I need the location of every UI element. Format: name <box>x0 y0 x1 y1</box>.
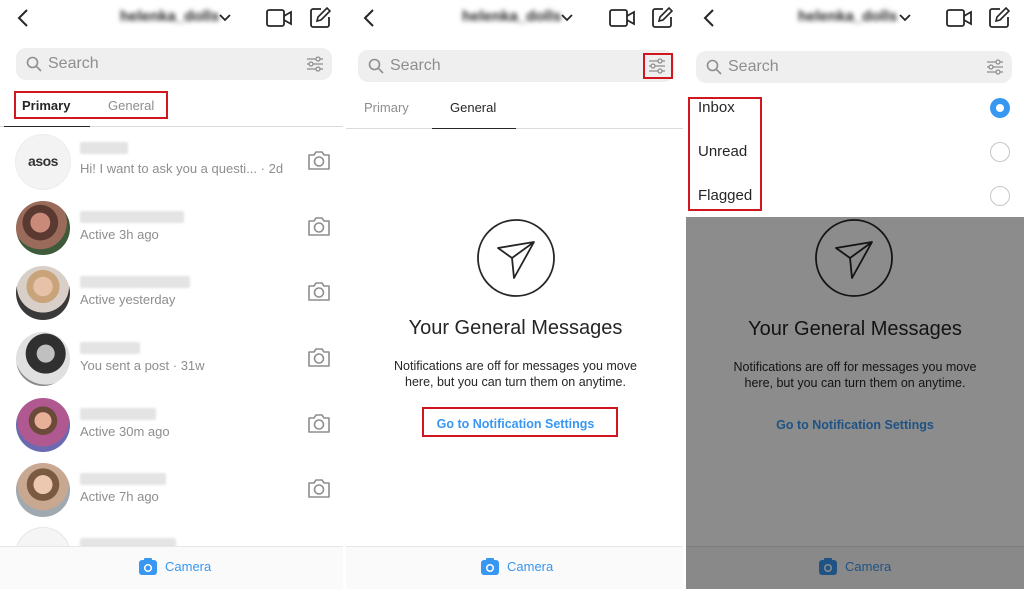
compose-icon[interactable] <box>650 6 674 30</box>
avatar-logo-text: asos <box>28 153 58 169</box>
camera-icon[interactable] <box>481 558 499 576</box>
top-bar: helenka_dolls <box>346 0 685 40</box>
bottom-bar: Camera <box>346 546 685 589</box>
panel-separator <box>683 0 686 589</box>
panel-primary-inbox: helenka_dolls Search Primary General aso… <box>0 0 343 589</box>
preview-time: · 2d <box>260 161 284 176</box>
username[interactable]: helenka_dolls <box>798 8 897 30</box>
tab-primary[interactable]: Primary <box>364 100 409 115</box>
chevron-down-icon[interactable] <box>218 12 232 24</box>
search-bar[interactable]: Search <box>16 48 332 80</box>
radio-unread[interactable] <box>990 142 1010 162</box>
camera-icon[interactable] <box>307 280 331 302</box>
search-placeholder: Search <box>390 57 441 74</box>
back-arrow-icon[interactable] <box>358 6 382 30</box>
sliders-icon[interactable] <box>306 55 324 73</box>
empty-state-desc-line2: here, but you can turn them on anytime. <box>405 375 626 389</box>
panel-separator <box>343 0 346 589</box>
camera-icon[interactable] <box>307 412 331 434</box>
search-bar[interactable]: Search <box>696 51 1012 83</box>
dim-overlay[interactable] <box>686 217 1024 589</box>
panel-filter-menu: helenka_dolls Search Your General Messag… <box>686 0 1024 589</box>
thread-status: Active 7h ago <box>80 489 159 504</box>
highlight-box-options <box>688 97 762 211</box>
thread-row[interactable]: asos Hi! I want to ask you a questi... ·… <box>0 130 343 195</box>
camera-button[interactable]: Camera <box>507 559 553 574</box>
search-bar[interactable]: Search <box>358 50 674 82</box>
video-camera-icon[interactable] <box>609 7 635 29</box>
avatar <box>16 398 70 452</box>
thread-status: Active 30m ago <box>80 424 170 439</box>
camera-icon[interactable] <box>307 215 331 237</box>
blurred-name <box>80 276 190 288</box>
username[interactable]: helenka_dolls <box>462 8 561 30</box>
thread-row[interactable]: You sent a post · 31w <box>0 327 343 392</box>
avatar <box>16 332 70 386</box>
chevron-down-icon[interactable] <box>560 12 574 24</box>
avatar <box>16 266 70 320</box>
sliders-icon[interactable] <box>986 58 1004 76</box>
back-arrow-icon[interactable] <box>698 6 722 30</box>
search-icon <box>706 59 722 75</box>
camera-icon[interactable] <box>307 346 331 368</box>
tab-indicator <box>4 126 90 127</box>
camera-button[interactable]: Camera <box>165 559 211 574</box>
empty-state-title: Your General Messages <box>408 317 623 339</box>
thread-preview: You sent a post · 31w <box>80 358 205 373</box>
search-placeholder: Search <box>728 58 779 75</box>
blurred-name <box>80 211 184 223</box>
chevron-down-icon[interactable] <box>898 12 912 24</box>
search-icon <box>368 58 384 74</box>
empty-state-desc-line1: Notifications are off for messages you m… <box>394 359 637 373</box>
username[interactable]: helenka_dolls <box>120 8 219 30</box>
bottom-bar: Camera <box>0 546 343 589</box>
radio-inbox-selected[interactable] <box>990 98 1010 118</box>
thread-preview: Hi! I want to ask you a questi... · 2d <box>80 161 283 176</box>
camera-icon[interactable] <box>139 558 157 576</box>
panel-general-inbox: helenka_dolls Search Primary General You… <box>346 0 685 589</box>
blurred-name <box>80 142 128 154</box>
thread-row[interactable]: Active 30m ago <box>0 393 343 458</box>
blurred-name <box>80 408 156 420</box>
avatar <box>16 463 70 517</box>
blurred-name <box>80 342 140 354</box>
highlight-box-tabs <box>14 91 168 119</box>
thread-row[interactable]: Active yesterday <box>0 261 343 326</box>
video-camera-icon[interactable] <box>266 7 292 29</box>
thread-row[interactable]: Active 3h ago <box>0 196 343 261</box>
camera-icon[interactable] <box>307 149 331 171</box>
compose-icon[interactable] <box>308 6 332 30</box>
compose-icon[interactable] <box>987 6 1011 30</box>
top-bar: helenka_dolls <box>0 0 343 40</box>
highlight-box-link <box>422 407 618 437</box>
blurred-name <box>80 473 166 485</box>
thread-row-partial[interactable] <box>0 524 343 582</box>
highlight-box-filter <box>643 53 673 79</box>
search-icon <box>26 56 42 72</box>
preview-text: Hi! I want to ask you a questi... <box>80 161 258 176</box>
search-placeholder: Search <box>48 55 99 72</box>
thread-status: Active 3h ago <box>80 227 159 242</box>
avatar <box>16 201 70 255</box>
thread-row[interactable]: Active 7h ago <box>0 458 343 523</box>
direct-message-icon <box>476 218 556 298</box>
camera-icon[interactable] <box>307 477 331 499</box>
radio-flagged[interactable] <box>990 186 1010 206</box>
tab-general[interactable]: General <box>450 100 496 115</box>
top-bar: helenka_dolls <box>686 0 1024 40</box>
avatar: asos <box>16 135 70 189</box>
tab-indicator <box>432 128 516 129</box>
thread-status: Active yesterday <box>80 292 176 307</box>
back-arrow-icon[interactable] <box>12 6 36 30</box>
video-camera-icon[interactable] <box>946 7 972 29</box>
